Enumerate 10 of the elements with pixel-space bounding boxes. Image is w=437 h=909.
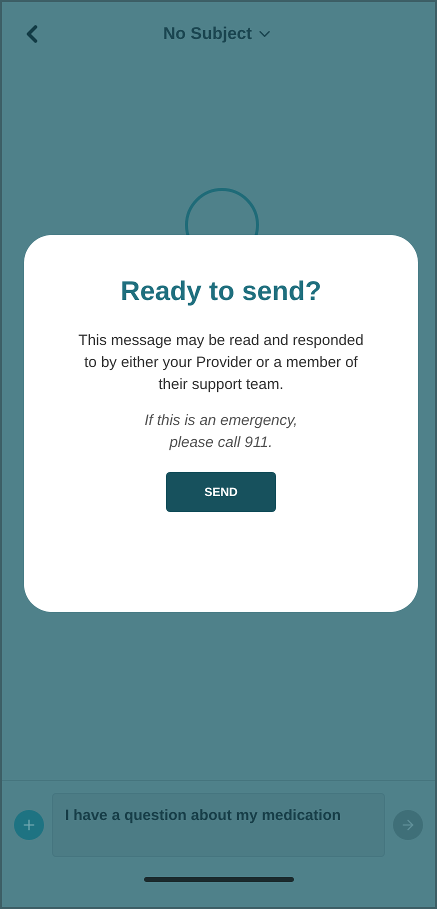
emergency-note: If this is an emergency, please call 911.	[143, 410, 299, 452]
arrow-right-icon	[400, 817, 416, 833]
send-arrow-button[interactable]	[393, 810, 423, 840]
subject-dropdown[interactable]: No Subject	[163, 21, 274, 47]
send-button[interactable]: SEND	[166, 472, 276, 512]
dialog-title: Ready to send?	[120, 275, 322, 308]
plus-icon	[21, 817, 37, 833]
dialog-message: This message may be read and responded to by either your Provider or a member of their support team.	[77, 330, 365, 394]
add-button[interactable]	[14, 810, 44, 840]
message-input[interactable]: I have a question about my medication	[52, 793, 385, 857]
